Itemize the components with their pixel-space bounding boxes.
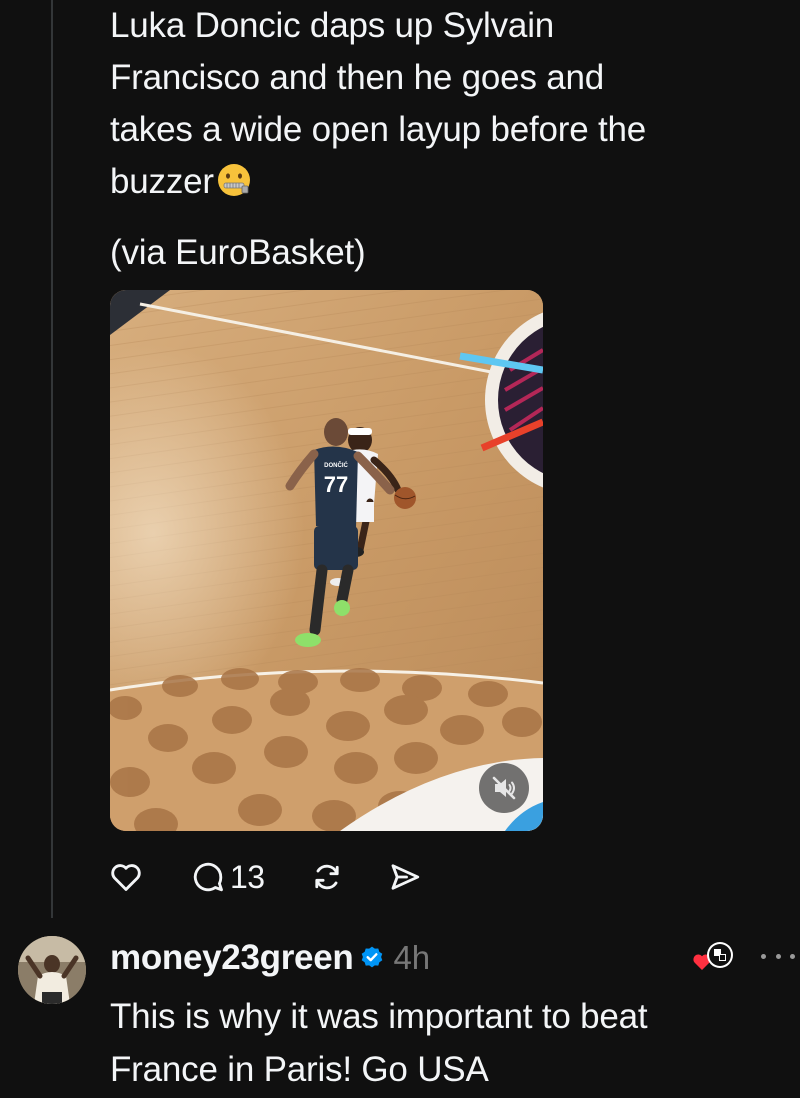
like-button[interactable] bbox=[108, 859, 148, 895]
caption-line: Francisco and then he goes and bbox=[110, 58, 605, 97]
reply-header: money23green 4h bbox=[110, 933, 430, 983]
share-button[interactable] bbox=[387, 859, 423, 895]
caption-line-text: buzzer bbox=[110, 162, 214, 201]
send-icon bbox=[391, 864, 419, 890]
reply-line: France in Paris! Go USA bbox=[110, 1050, 489, 1089]
repost-button[interactable] bbox=[309, 859, 345, 895]
caption-line-last: buzzer bbox=[110, 156, 770, 208]
dot bbox=[775, 953, 781, 959]
reply-line: This is why it was important to beat bbox=[110, 997, 648, 1036]
reply-count: 13 bbox=[230, 858, 265, 895]
user-photo bbox=[18, 936, 86, 1004]
jersey-name: DONČIĆ bbox=[324, 461, 348, 469]
verified-badge-icon bbox=[359, 945, 385, 971]
jersey-number: 77 bbox=[324, 472, 348, 497]
thread-line bbox=[51, 0, 53, 918]
post-caption: Luka Doncic daps up Sylvain Francisco an… bbox=[110, 0, 770, 279]
dot bbox=[761, 953, 766, 959]
avatar[interactable] bbox=[18, 936, 86, 1004]
post-action-bar: 13 bbox=[108, 853, 423, 901]
caption-line: takes a wide open layup before the bbox=[110, 110, 647, 149]
post-source: (via EuroBasket) bbox=[110, 233, 366, 272]
zipper-mouth-face-icon bbox=[216, 161, 252, 197]
author-liked-icon bbox=[693, 942, 733, 970]
author-liked-indicator bbox=[690, 940, 734, 974]
video-frame-basketball-court: DONČIĆ 77 bbox=[110, 290, 543, 831]
reply-body: This is why it was important to beat Fra… bbox=[110, 990, 780, 1096]
mute-toggle-button[interactable] bbox=[479, 763, 529, 813]
reply-username[interactable]: money23green bbox=[110, 938, 354, 978]
comment-icon bbox=[193, 862, 223, 892]
reply-timestamp: 4h bbox=[393, 939, 431, 976]
repost-icon bbox=[314, 864, 339, 890]
heart-icon bbox=[111, 864, 141, 891]
more-options-button[interactable] bbox=[761, 944, 795, 968]
video-player[interactable]: DONČIĆ 77 bbox=[110, 290, 543, 831]
dot bbox=[790, 953, 795, 959]
speaker-muted-icon bbox=[492, 776, 516, 800]
caption-line: Luka Doncic daps up Sylvain bbox=[110, 6, 555, 45]
reply-button[interactable]: 13 bbox=[190, 859, 265, 896]
